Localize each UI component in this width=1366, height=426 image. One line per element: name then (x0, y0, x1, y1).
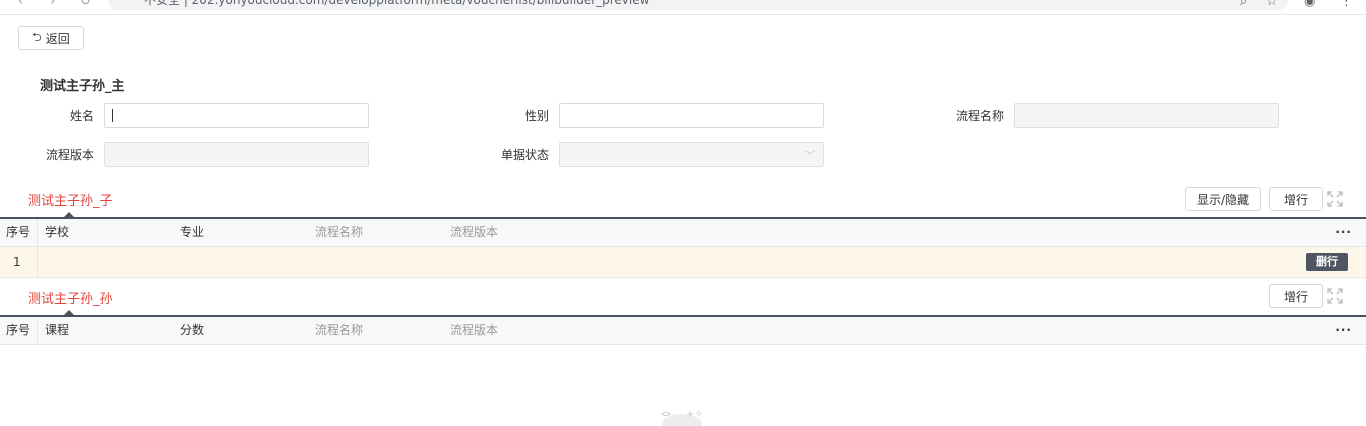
empty-state-icon: +✧ (661, 409, 703, 426)
col-flow-name[interactable]: 流程名称 (315, 317, 363, 344)
menu-icon[interactable]: ⋮ (1340, 0, 1353, 9)
col-flow-version[interactable]: 流程版本 (450, 219, 498, 246)
col-index: 序号 (6, 323, 31, 337)
col-course[interactable]: 课程 (45, 317, 69, 344)
tab-grandchild-table[interactable]: 测试主子孙_孙 (28, 288, 113, 307)
grandchild-table: 序号 课程 分数 流程名称 流程版本 ··· (0, 315, 1366, 345)
address-bar[interactable]: 不安全 | 202.yonyoucloud.com/developplatfor… (108, 0, 1288, 10)
browser-toolbar: ‹ › ↻ 不安全 | 202.yonyoucloud.com/developp… (0, 0, 1366, 15)
gender-input[interactable] (559, 103, 824, 128)
forward-nav-icon[interactable]: › (50, 0, 55, 9)
col-index: 序号 (6, 225, 31, 239)
col-flow-version[interactable]: 流程版本 (450, 317, 498, 344)
child-table-header: 序号 学校 专业 流程名称 流程版本 ··· (0, 219, 1366, 247)
flow-name-input (1014, 103, 1279, 128)
col-major[interactable]: 专业 (180, 219, 204, 246)
chevron-down-icon: ﹀ (805, 151, 815, 162)
tab-child-table[interactable]: 测试主子孙_子 (28, 190, 113, 209)
flow-version-label: 流程版本 (45, 148, 94, 162)
flow-version-input (104, 142, 369, 167)
add-row-button[interactable]: 增行 (1269, 187, 1323, 211)
svg-text:+✧: +✧ (686, 409, 703, 420)
back-button-label: 返回 (45, 31, 70, 46)
fullscreen-icon[interactable] (1327, 288, 1343, 304)
show-hide-button[interactable]: 显示/隐藏 (1185, 187, 1261, 211)
delete-row-button[interactable]: 删行 (1306, 253, 1348, 271)
gender-label: 性别 (524, 109, 549, 123)
back-nav-icon[interactable]: ‹ (18, 0, 23, 9)
form-title: 测试主子孙_主 (40, 79, 125, 94)
star-icon[interactable]: ☆ (1266, 0, 1278, 9)
return-icon: ⮌ (32, 29, 42, 44)
search-icon[interactable]: ⌕ (1240, 0, 1247, 9)
col-flow-name[interactable]: 流程名称 (315, 219, 363, 246)
flow-name-label: 流程名称 (955, 109, 1004, 123)
more-options-icon[interactable]: ··· (1335, 219, 1352, 246)
doc-status-select: ﹀ (559, 142, 824, 167)
reload-icon[interactable]: ↻ (80, 0, 91, 9)
name-input[interactable] (104, 103, 369, 128)
text-cursor (112, 109, 113, 122)
name-label: 姓名 (69, 109, 94, 123)
profile-icon[interactable]: ◉ (1304, 0, 1315, 9)
grandchild-table-header: 序号 课程 分数 流程名称 流程版本 ··· (0, 317, 1366, 345)
col-score[interactable]: 分数 (180, 317, 204, 344)
add-row-button-grandchild[interactable]: 增行 (1269, 284, 1323, 308)
row-index: 1 (13, 255, 21, 269)
child-table: 序号 学校 专业 流程名称 流程版本 ··· 1 删行 (0, 217, 1366, 278)
doc-status-label: 单据状态 (500, 148, 549, 162)
col-school[interactable]: 学校 (45, 219, 69, 246)
back-button[interactable]: ⮌ 返回 (18, 26, 84, 50)
more-options-icon[interactable]: ··· (1335, 317, 1352, 344)
table-row[interactable]: 1 删行 (0, 247, 1366, 278)
fullscreen-icon[interactable] (1327, 191, 1343, 207)
